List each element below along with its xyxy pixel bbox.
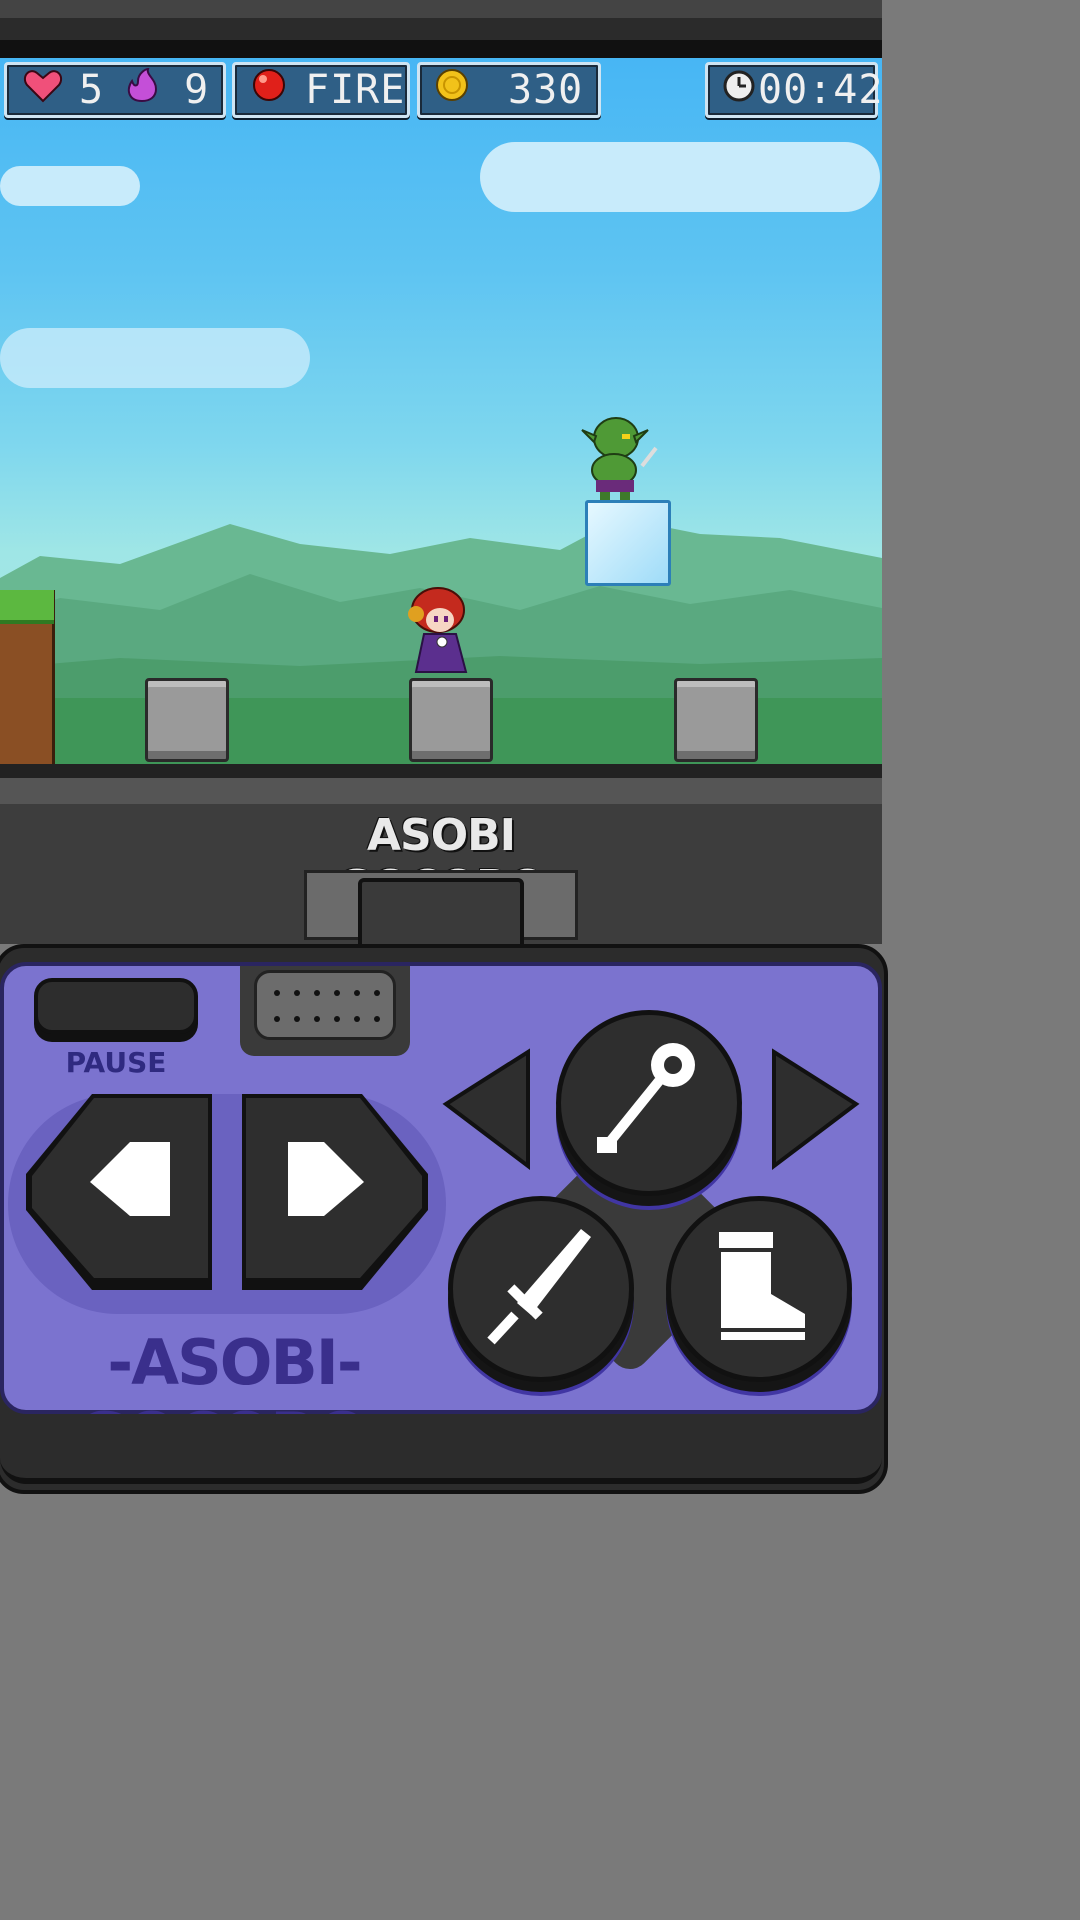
clock-icon — [722, 67, 756, 113]
pause-label: PAUSE — [65, 1046, 167, 1079]
element-name: FIRE — [305, 67, 406, 113]
coin-icon — [434, 67, 474, 113]
timer-value: 00:42 — [758, 67, 882, 113]
boot-icon — [719, 1232, 805, 1340]
item-next-button[interactable] — [768, 1048, 860, 1172]
flame-icon — [122, 67, 166, 113]
top-bezel — [0, 0, 882, 58]
jump-button[interactable] — [666, 1196, 852, 1382]
lives-count: 5 — [79, 67, 105, 113]
cloud — [480, 142, 880, 212]
game-screen: 5 9 FIRE 330 00:42 — [0, 58, 882, 764]
hud-element: FIRE — [232, 62, 410, 118]
pause-button[interactable] — [34, 978, 198, 1034]
goblin-enemy — [581, 417, 658, 500]
cloud — [0, 166, 140, 206]
attack-button[interactable] — [448, 1196, 634, 1382]
speaker-grill — [240, 966, 410, 1056]
cartridge — [358, 878, 524, 954]
key-icon — [597, 1043, 695, 1153]
ice-block — [585, 500, 671, 586]
hud-timer: 00:42 — [705, 62, 882, 118]
magic-count: 9 — [184, 67, 210, 113]
heart-icon — [23, 67, 67, 113]
stone-block — [674, 678, 758, 762]
console-base — [0, 1414, 882, 1484]
dirt-pillar — [0, 590, 55, 764]
hud-lives-magic: 5 9 — [4, 62, 226, 118]
move-left-button[interactable] — [22, 1090, 218, 1300]
stone-block — [145, 678, 229, 762]
cloud — [0, 328, 310, 388]
sword-icon — [487, 1229, 591, 1345]
hud-coins: 330 — [417, 62, 601, 118]
move-right-button[interactable] — [236, 1090, 432, 1300]
console-logo: ASOBI GOCORO — [337, 810, 547, 912]
stone-block — [409, 678, 493, 762]
red-orb-icon — [251, 67, 291, 113]
hero-character — [408, 587, 468, 673]
coin-count: 330 — [508, 67, 584, 113]
brand-logo: -ASOBI-GOCORO- — [76, 1326, 393, 1472]
item-button[interactable] — [556, 1010, 742, 1196]
item-prev-button[interactable] — [442, 1048, 534, 1172]
